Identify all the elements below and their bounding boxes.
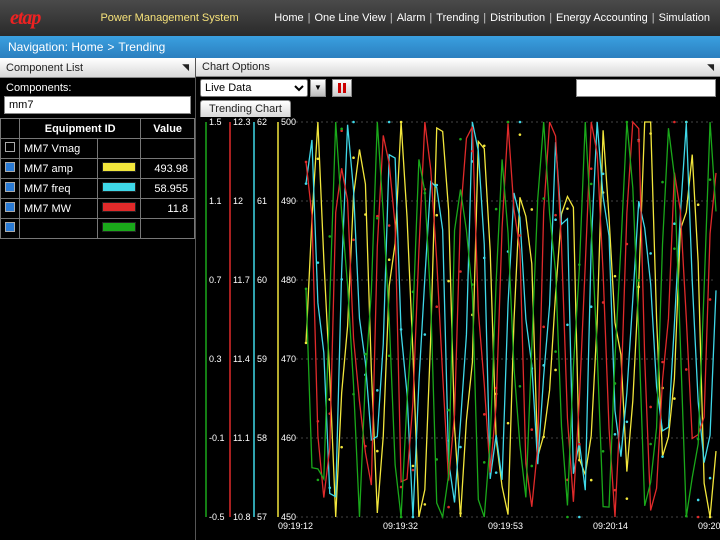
color-swatch	[102, 162, 136, 172]
pause-button[interactable]	[332, 79, 352, 97]
col-checkbox	[1, 119, 20, 139]
svg-text:1.5: 1.5	[209, 117, 222, 127]
svg-text:500: 500	[281, 117, 296, 127]
equipment-value	[141, 139, 195, 159]
equipment-value: 493.98	[141, 159, 195, 179]
component-list-header[interactable]: Component List ◥	[0, 58, 195, 78]
table-row[interactable]	[1, 219, 195, 239]
components-label: Components:	[0, 78, 195, 96]
table-row[interactable]: MM7 MW 11.8	[1, 199, 195, 219]
svg-text:-0.5: -0.5	[209, 512, 225, 522]
svg-text:470: 470	[281, 354, 296, 364]
equipment-id: MM7 freq	[20, 179, 98, 199]
col-value: Value	[141, 119, 195, 139]
svg-text:490: 490	[281, 196, 296, 206]
search-field[interactable]	[576, 79, 716, 97]
expand-icon: ◥	[182, 62, 189, 73]
nav-one-line-view[interactable]: One Line View	[314, 12, 385, 24]
svg-text:10.8: 10.8	[233, 512, 251, 522]
svg-text:59: 59	[257, 354, 267, 364]
logo: etap	[10, 7, 40, 30]
svg-text:1.1: 1.1	[209, 196, 222, 206]
svg-text:0.3: 0.3	[209, 354, 222, 364]
table-row[interactable]: MM7 Vmag	[1, 139, 195, 159]
nav-energy-accounting[interactable]: Energy Accounting	[556, 12, 648, 24]
table-row[interactable]: MM7 freq 58.955	[1, 179, 195, 199]
equipment-id: MM7 Vmag	[20, 139, 98, 159]
color-swatch	[102, 202, 136, 212]
svg-text:62: 62	[257, 117, 267, 127]
checkbox-icon[interactable]	[5, 202, 15, 212]
color-swatch	[102, 222, 136, 232]
data-mode-select[interactable]: Live Data	[200, 79, 308, 97]
trending-chart: 1.5 1.1 0.7 0.3 -0.1 -0.5 12.3 12 11.7 11.4 11.1 10…	[196, 117, 720, 540]
checkbox-icon[interactable]	[5, 162, 15, 172]
col-equipment-id: Equipment ID	[20, 119, 141, 139]
nav-home[interactable]: Home	[274, 12, 303, 24]
svg-text:12: 12	[233, 196, 243, 206]
svg-text:480: 480	[281, 275, 296, 285]
chart-options-header[interactable]: Chart Options ◥	[196, 58, 720, 77]
nav-trending[interactable]: Trending	[436, 12, 479, 24]
svg-text:12.3: 12.3	[233, 117, 251, 127]
checkbox-icon[interactable]	[5, 142, 15, 152]
equipment-id: MM7 MW	[20, 199, 98, 219]
breadcrumb-separator: >	[107, 40, 114, 54]
svg-text:09:20:14: 09:20:14	[593, 521, 628, 531]
svg-text:57: 57	[257, 512, 267, 522]
svg-text:09:19:12: 09:19:12	[278, 521, 313, 531]
expand-icon: ◥	[707, 62, 714, 73]
table-row[interactable]: MM7 amp 493.98	[1, 159, 195, 179]
component-table: Equipment ID Value MM7 VmagMM7 amp 493.98…	[0, 118, 195, 239]
mode-dropdown-button[interactable]: ▼	[310, 79, 326, 97]
equipment-id: MM7 amp	[20, 159, 98, 179]
nav-links: Home | One Line View | Alarm | Trending …	[274, 12, 710, 24]
checkbox-icon[interactable]	[5, 182, 15, 192]
equipment-id	[20, 219, 98, 239]
svg-text:460: 460	[281, 433, 296, 443]
tab-trending-chart[interactable]: Trending Chart	[200, 100, 291, 117]
breadcrumb-item-home[interactable]: Home	[71, 40, 103, 54]
top-bar: etap Power Management System Home | One …	[0, 0, 720, 36]
nav-simulation[interactable]: Simulation	[659, 12, 710, 24]
breadcrumb: Navigation: Home > Trending	[0, 36, 720, 58]
svg-text:09:20:35: 09:20:35	[698, 521, 720, 531]
component-list-title: Component List	[6, 62, 83, 74]
chart-panel: Chart Options ◥ Live Data ▼ Trending Cha…	[196, 58, 720, 540]
equipment-value: 58.955	[141, 179, 195, 199]
chart-options-title: Chart Options	[202, 61, 270, 73]
svg-text:61: 61	[257, 196, 267, 206]
breadcrumb-item-trending[interactable]: Trending	[118, 40, 165, 54]
checkbox-icon[interactable]	[5, 222, 15, 232]
breadcrumb-prefix: Navigation:	[8, 40, 68, 54]
chart-options-row: Live Data ▼	[196, 77, 720, 98]
color-swatch	[102, 182, 136, 192]
svg-text:09:19:32: 09:19:32	[383, 521, 418, 531]
sidebar: Component List ◥ Components: Equipment I…	[0, 58, 196, 540]
svg-text:58: 58	[257, 433, 267, 443]
svg-text:11.1: 11.1	[233, 433, 250, 443]
svg-text:11.4: 11.4	[233, 354, 250, 364]
nav-distribution[interactable]: Distribution	[490, 12, 545, 24]
svg-text:11.7: 11.7	[233, 275, 250, 285]
tab-strip: Trending Chart	[196, 98, 720, 117]
component-search-input[interactable]	[4, 96, 191, 114]
equipment-value: 11.8	[141, 199, 195, 219]
system-label: Power Management System	[100, 12, 238, 24]
svg-text:09:19:53: 09:19:53	[488, 521, 523, 531]
svg-text:-0.1: -0.1	[209, 433, 225, 443]
equipment-value	[141, 219, 195, 239]
svg-text:0.7: 0.7	[209, 275, 222, 285]
nav-alarm[interactable]: Alarm	[397, 12, 426, 24]
svg-text:60: 60	[257, 275, 267, 285]
